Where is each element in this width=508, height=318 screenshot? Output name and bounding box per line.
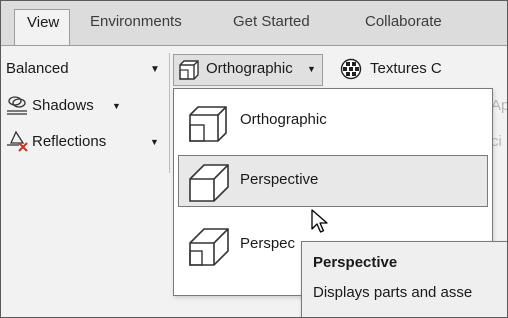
app-window: View Environments Get Started Collaborat… [0, 0, 508, 318]
menu-item-label: Perspec [240, 235, 296, 252]
reflections-button[interactable]: Reflections [32, 133, 106, 150]
chevron-down-icon[interactable]: ▼ [150, 64, 160, 75]
shadows-button[interactable]: Shadows [32, 97, 94, 114]
orthographic-cube-icon [189, 106, 227, 142]
perspective-ortho-faces-icon [189, 228, 229, 266]
chevron-down-icon[interactable]: ▼ [112, 101, 121, 111]
chevron-down-icon: ▼ [307, 64, 316, 74]
menu-item-label: Perspective [240, 171, 319, 188]
menu-item-orthographic[interactable]: Orthographic [178, 95, 488, 147]
tooltip-title: Perspective [313, 254, 398, 271]
tab-environments[interactable]: Environments [90, 13, 182, 30]
textures-button[interactable]: Textures C [370, 60, 442, 77]
visual-quality-dropdown[interactable]: Balanced [6, 60, 69, 77]
tab-collaborate[interactable]: Collaborate [365, 13, 442, 30]
ribbon-tab-bar: View Environments Get Started Collaborat… [1, 1, 507, 46]
tooltip-body: Displays parts and asse [313, 284, 473, 301]
perspective-cube-icon [189, 164, 229, 202]
textures-icon [340, 58, 362, 80]
mouse-pointer-icon [311, 209, 328, 233]
tooltip: Perspective Displays parts and asse [301, 241, 507, 317]
tab-get-started[interactable]: Get Started [233, 13, 310, 30]
shadows-icon [7, 96, 27, 115]
orthographic-cube-icon [179, 60, 199, 80]
ribbon-divider [169, 53, 170, 173]
menu-item-perspective[interactable]: Perspective [178, 155, 488, 207]
faded-label: Ap [491, 97, 508, 114]
tab-view[interactable]: View [14, 9, 71, 45]
chevron-down-icon[interactable]: ▼ [150, 137, 159, 147]
reflections-icon [7, 130, 28, 152]
projection-button-label: Orthographic [206, 60, 293, 77]
menu-item-label: Orthographic [240, 111, 327, 128]
